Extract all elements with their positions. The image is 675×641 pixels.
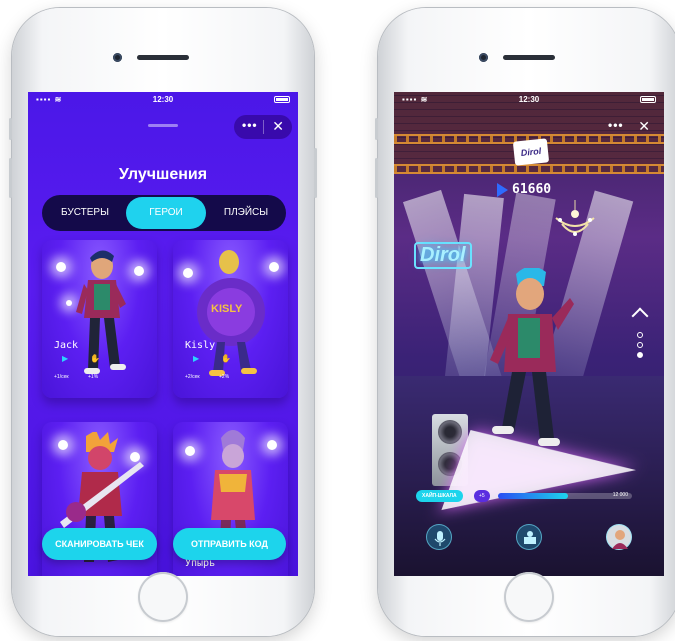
hero-name: Jack [54,340,79,351]
hero-card-jack[interactable]: Jack ▶ ✋ +1/сек +1% [42,240,157,398]
phone-right: ▪▪▪▪ ≋ 12:30 ••• ✕ Dirol 61660 Dirol ХАЙ… [375,8,675,636]
more-icon[interactable]: ••• [242,118,258,132]
hero-name: Kisly [185,340,216,351]
scan-receipt-button[interactable]: СКАНИРОВАТЬ ЧЕК [42,528,157,560]
mini-app-controls: ••• ✕ [234,115,292,139]
neon-sign: Dirol [414,242,472,269]
hype-meter: ХАЙП-ШКАЛА +5 12 000 [416,490,632,502]
status-time: 12:30 [518,95,540,104]
speaker-grille [503,55,555,60]
home-button[interactable] [504,572,554,622]
hero-stat-per-second: +1/сек [54,374,69,380]
side-pager[interactable] [631,307,650,370]
status-time: 12:30 [152,95,174,104]
battery-icon [274,96,290,103]
chandelier-icon [555,200,595,236]
tab-bar: БУСТЕРЫ ГЕРОИ ПЛЭЙСЫ [42,195,286,231]
dj-booth-icon [524,531,536,544]
chevron-up-icon[interactable] [631,307,649,325]
page-title: Улучшения [118,166,208,183]
hero-figure-jack [76,250,126,374]
svg-text:KISLY: KISLY [211,303,243,315]
mini-app-controls: ••• ✕ [600,115,658,139]
hype-label: ХАЙП-ШКАЛА [416,490,463,502]
showcase: ▪▪▪▪ ≋ 12:30 ••• ✕ Улучшения БУСТЕРЫ ГЕР… [0,0,675,641]
camera-icon [113,53,122,62]
hand-icon: ✋ [221,354,231,363]
hero-stat-per-second: +2/сек [185,374,200,380]
hero-card-kisly[interactable]: KISLY Kisly ▶ ✋ +2/сек +2% [173,240,288,398]
more-icon[interactable]: ••• [608,118,624,132]
avatar-icon [612,530,628,549]
character-avatar-button[interactable] [606,524,632,550]
hype-max-value: 12 000 [612,492,628,498]
hype-progress-fill [498,493,568,499]
speaker-grille [137,55,189,60]
tab-heroes[interactable]: ГЕРОИ [126,197,206,229]
tab-places[interactable]: ПЛЭЙСЫ [212,195,280,231]
home-button[interactable] [138,572,188,622]
dj-booth-button[interactable] [516,524,542,550]
close-icon[interactable]: ✕ [272,118,284,135]
bolt-icon: ▶ [193,354,200,363]
hero-figure-kisly: KISLY [197,250,265,376]
close-icon[interactable]: ✕ [638,118,650,135]
send-code-button[interactable]: ОТПРАВИТЬ КОД [173,528,286,560]
hand-icon: ✋ [90,354,100,363]
battery-icon [640,96,656,103]
dancer-character[interactable] [484,268,574,468]
hype-progress-track: 12 000 [498,492,632,499]
camera-icon [479,53,488,62]
dance-club-screen: ▪▪▪▪ ≋ 12:30 ••• ✕ Dirol 61660 Dirol ХАЙ… [394,92,664,576]
hype-bonus: +5 [474,490,490,502]
score-counter: 61660 [512,182,552,197]
hero-stat-percent: +2% [219,374,230,380]
hero-stat-percent: +1% [88,374,99,380]
microphone-icon [434,531,446,546]
play-icon [497,183,508,197]
tab-boosters[interactable]: БУСТЕРЫ [50,195,120,231]
status-bar: ▪▪▪▪ ≋ 12:30 [394,92,664,108]
sheet-grabber[interactable] [148,124,178,127]
bolt-icon: ▶ [62,354,69,363]
phone-left: ▪▪▪▪ ≋ 12:30 ••• ✕ Улучшения БУСТЕРЫ ГЕР… [9,8,317,636]
brand-logo: Dirol [512,138,550,166]
upgrades-screen: ▪▪▪▪ ≋ 12:30 ••• ✕ Улучшения БУСТЕРЫ ГЕР… [28,92,298,576]
status-bar: ▪▪▪▪ ≋ 12:30 [28,92,298,108]
microphone-button[interactable] [426,524,452,550]
